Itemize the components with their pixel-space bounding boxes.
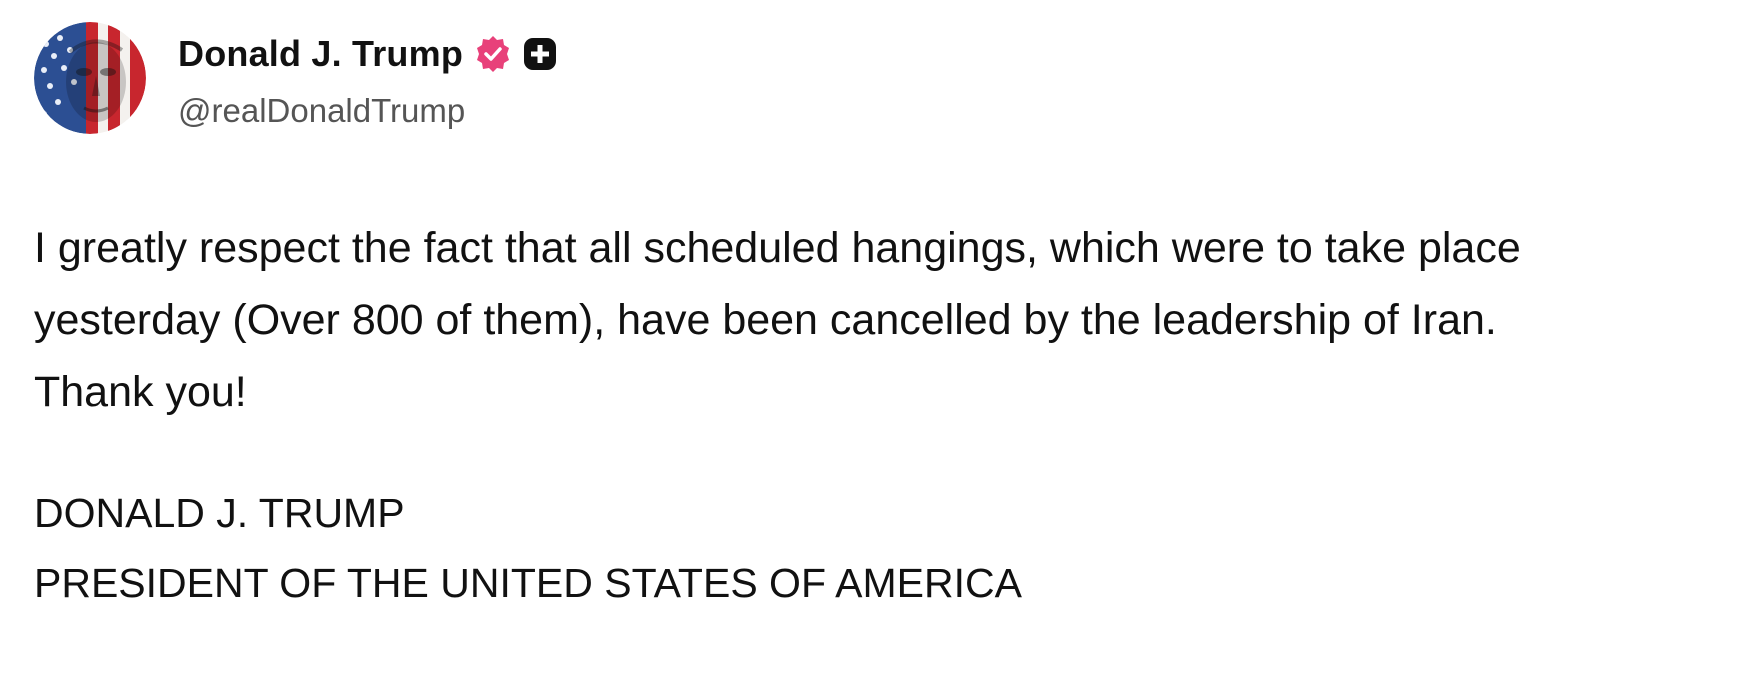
- author-display-name[interactable]: Donald J. Trump: [178, 33, 463, 75]
- verified-badge-icon: [473, 34, 513, 74]
- signature-title: PRESIDENT OF THE UNITED STATES OF AMERIC…: [34, 560, 1022, 606]
- flag-portrait-avatar-icon: [34, 22, 146, 134]
- signature-name: DONALD J. TRUMP: [34, 490, 405, 536]
- post-signature: DONALD J. TRUMP PRESIDENT OF THE UNITED …: [34, 478, 1022, 618]
- post-header: Donald J. Trump @realDonaldTrump: [178, 30, 557, 130]
- plus-badge-icon: [523, 37, 557, 71]
- author-avatar[interactable]: [34, 22, 146, 134]
- social-post: Donald J. Trump @realDonaldTrump I great…: [0, 0, 1750, 700]
- name-row: Donald J. Trump: [178, 30, 557, 78]
- author-handle[interactable]: @realDonaldTrump: [178, 92, 557, 130]
- post-body-text: I greatly respect the fact that all sche…: [34, 224, 1521, 416]
